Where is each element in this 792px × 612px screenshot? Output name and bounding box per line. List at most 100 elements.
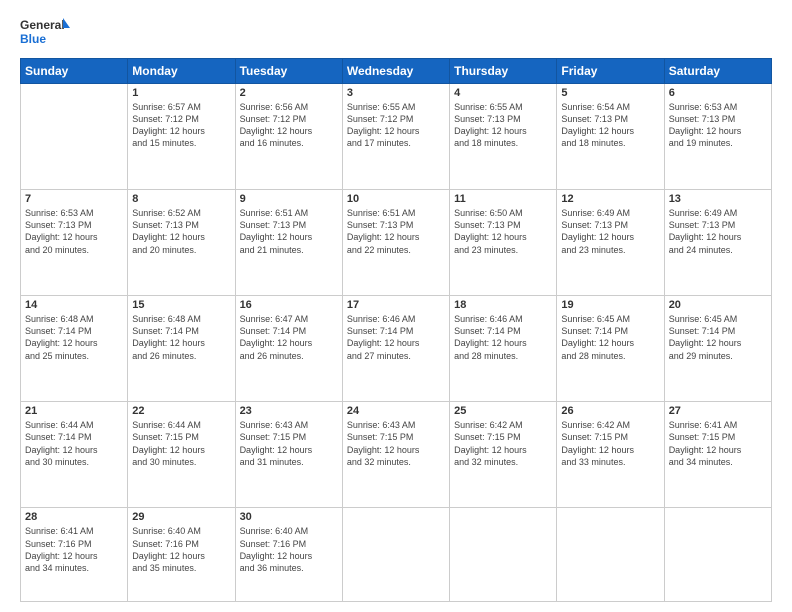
day-number: 18 xyxy=(454,299,552,311)
day-number: 22 xyxy=(132,405,230,417)
day-number: 1 xyxy=(132,87,230,99)
calendar-cell: 22 Sunrise: 6:44 AM Sunset: 7:15 PM Dayli… xyxy=(128,402,235,508)
day-info: Sunrise: 6:54 AM Sunset: 7:13 PM Dayligh… xyxy=(561,101,659,150)
day-number: 28 xyxy=(25,511,123,523)
calendar-cell: 23 Sunrise: 6:43 AM Sunset: 7:15 PM Dayli… xyxy=(235,402,342,508)
calendar-cell: 11 Sunrise: 6:50 AM Sunset: 7:13 PM Dayli… xyxy=(450,190,557,296)
calendar-cell: 21 Sunrise: 6:44 AM Sunset: 7:14 PM Dayli… xyxy=(21,402,128,508)
calendar-week-2: 14Sunrise: 6:48 AM Sunset: 7:14 PM Dayli… xyxy=(21,296,772,402)
day-number: 23 xyxy=(240,405,338,417)
day-info: Sunrise: 6:49 AM Sunset: 7:13 PM Dayligh… xyxy=(669,207,767,256)
col-header-monday: Monday xyxy=(128,59,235,84)
day-number: 24 xyxy=(347,405,445,417)
calendar-cell: 6 Sunrise: 6:53 AM Sunset: 7:13 PM Daylig… xyxy=(664,84,771,190)
day-info: Sunrise: 6:42 AM Sunset: 7:15 PM Dayligh… xyxy=(454,419,552,468)
calendar-cell: 8 Sunrise: 6:52 AM Sunset: 7:13 PM Daylig… xyxy=(128,190,235,296)
day-info: Sunrise: 6:41 AM Sunset: 7:15 PM Dayligh… xyxy=(669,419,767,468)
day-info: Sunrise: 6:53 AM Sunset: 7:13 PM Dayligh… xyxy=(25,207,123,256)
day-number: 6 xyxy=(669,87,767,99)
calendar-week-4: 28 Sunrise: 6:41 AM Sunset: 7:16 PM Dayli… xyxy=(21,508,772,602)
col-header-wednesday: Wednesday xyxy=(342,59,449,84)
day-info: Sunrise: 6:46 AM Sunset: 7:14 PM Dayligh… xyxy=(454,313,552,362)
calendar-cell: 15 Sunrise: 6:48 AM Sunset: 7:14 PM Dayli… xyxy=(128,296,235,402)
day-number: 17 xyxy=(347,299,445,311)
day-info: Sunrise: 6:53 AM Sunset: 7:13 PM Dayligh… xyxy=(669,101,767,150)
day-number: 27 xyxy=(669,405,767,417)
logo-svg: General Blue xyxy=(20,16,70,48)
calendar-cell: 18 Sunrise: 6:46 AM Sunset: 7:14 PM Dayli… xyxy=(450,296,557,402)
calendar-cell xyxy=(342,508,449,602)
day-number: 5 xyxy=(561,87,659,99)
calendar-cell: 2 Sunrise: 6:56 AM Sunset: 7:12 PM Daylig… xyxy=(235,84,342,190)
svg-text:General: General xyxy=(20,18,65,32)
header: General Blue xyxy=(20,16,772,48)
calendar-week-1: 7 Sunrise: 6:53 AM Sunset: 7:13 PM Daylig… xyxy=(21,190,772,296)
day-number: 26 xyxy=(561,405,659,417)
day-number: 4 xyxy=(454,87,552,99)
calendar-cell: 26 Sunrise: 6:42 AM Sunset: 7:15 PM Dayli… xyxy=(557,402,664,508)
day-number: 2 xyxy=(240,87,338,99)
day-info: Sunrise: 6:48 AM Sunset: 7:14 PM Dayligh… xyxy=(132,313,230,362)
calendar-week-3: 21 Sunrise: 6:44 AM Sunset: 7:14 PM Dayli… xyxy=(21,402,772,508)
day-number: 11 xyxy=(454,193,552,205)
calendar-cell: 14Sunrise: 6:48 AM Sunset: 7:14 PM Dayli… xyxy=(21,296,128,402)
calendar-cell: 16Sunrise: 6:47 AM Sunset: 7:14 PM Dayli… xyxy=(235,296,342,402)
calendar-cell: 17Sunrise: 6:46 AM Sunset: 7:14 PM Dayli… xyxy=(342,296,449,402)
calendar-cell: 13 Sunrise: 6:49 AM Sunset: 7:13 PM Dayli… xyxy=(664,190,771,296)
col-header-saturday: Saturday xyxy=(664,59,771,84)
calendar-cell: 3Sunrise: 6:55 AM Sunset: 7:12 PM Daylig… xyxy=(342,84,449,190)
calendar-table: SundayMondayTuesdayWednesdayThursdayFrid… xyxy=(20,58,772,602)
calendar-cell xyxy=(557,508,664,602)
calendar-week-0: 1Sunrise: 6:57 AM Sunset: 7:12 PM Daylig… xyxy=(21,84,772,190)
day-number: 9 xyxy=(240,193,338,205)
day-number: 7 xyxy=(25,193,123,205)
logo: General Blue xyxy=(20,16,70,48)
calendar-header-row: SundayMondayTuesdayWednesdayThursdayFrid… xyxy=(21,59,772,84)
day-info: Sunrise: 6:44 AM Sunset: 7:14 PM Dayligh… xyxy=(25,419,123,468)
day-info: Sunrise: 6:50 AM Sunset: 7:13 PM Dayligh… xyxy=(454,207,552,256)
day-info: Sunrise: 6:42 AM Sunset: 7:15 PM Dayligh… xyxy=(561,419,659,468)
col-header-friday: Friday xyxy=(557,59,664,84)
day-info: Sunrise: 6:41 AM Sunset: 7:16 PM Dayligh… xyxy=(25,525,123,574)
day-number: 19 xyxy=(561,299,659,311)
calendar-cell: 9Sunrise: 6:51 AM Sunset: 7:13 PM Daylig… xyxy=(235,190,342,296)
day-number: 20 xyxy=(669,299,767,311)
day-info: Sunrise: 6:43 AM Sunset: 7:15 PM Dayligh… xyxy=(240,419,338,468)
day-info: Sunrise: 6:40 AM Sunset: 7:16 PM Dayligh… xyxy=(132,525,230,574)
day-number: 12 xyxy=(561,193,659,205)
day-info: Sunrise: 6:40 AM Sunset: 7:16 PM Dayligh… xyxy=(240,525,338,574)
calendar-cell: 4 Sunrise: 6:55 AM Sunset: 7:13 PM Daylig… xyxy=(450,84,557,190)
svg-text:Blue: Blue xyxy=(20,32,46,46)
calendar-cell: 27 Sunrise: 6:41 AM Sunset: 7:15 PM Dayli… xyxy=(664,402,771,508)
calendar-cell: 5 Sunrise: 6:54 AM Sunset: 7:13 PM Daylig… xyxy=(557,84,664,190)
day-info: Sunrise: 6:49 AM Sunset: 7:13 PM Dayligh… xyxy=(561,207,659,256)
day-number: 15 xyxy=(132,299,230,311)
day-info: Sunrise: 6:56 AM Sunset: 7:12 PM Dayligh… xyxy=(240,101,338,150)
day-number: 25 xyxy=(454,405,552,417)
day-info: Sunrise: 6:52 AM Sunset: 7:13 PM Dayligh… xyxy=(132,207,230,256)
day-info: Sunrise: 6:55 AM Sunset: 7:13 PM Dayligh… xyxy=(454,101,552,150)
day-number: 30 xyxy=(240,511,338,523)
calendar-cell xyxy=(664,508,771,602)
calendar-cell: 19Sunrise: 6:45 AM Sunset: 7:14 PM Dayli… xyxy=(557,296,664,402)
day-number: 10 xyxy=(347,193,445,205)
day-number: 13 xyxy=(669,193,767,205)
calendar-cell: 29 Sunrise: 6:40 AM Sunset: 7:16 PM Dayli… xyxy=(128,508,235,602)
day-number: 8 xyxy=(132,193,230,205)
calendar-cell: 25 Sunrise: 6:42 AM Sunset: 7:15 PM Dayli… xyxy=(450,402,557,508)
day-info: Sunrise: 6:47 AM Sunset: 7:14 PM Dayligh… xyxy=(240,313,338,362)
col-header-thursday: Thursday xyxy=(450,59,557,84)
day-number: 29 xyxy=(132,511,230,523)
day-number: 21 xyxy=(25,405,123,417)
calendar-cell: 1Sunrise: 6:57 AM Sunset: 7:12 PM Daylig… xyxy=(128,84,235,190)
col-header-sunday: Sunday xyxy=(21,59,128,84)
calendar-cell xyxy=(450,508,557,602)
calendar-cell xyxy=(21,84,128,190)
calendar-cell: 10Sunrise: 6:51 AM Sunset: 7:13 PM Dayli… xyxy=(342,190,449,296)
col-header-tuesday: Tuesday xyxy=(235,59,342,84)
calendar-cell: 7 Sunrise: 6:53 AM Sunset: 7:13 PM Daylig… xyxy=(21,190,128,296)
page: General Blue SundayMondayTuesdayWednesda… xyxy=(0,0,792,612)
calendar-cell: 24 Sunrise: 6:43 AM Sunset: 7:15 PM Dayli… xyxy=(342,402,449,508)
day-info: Sunrise: 6:43 AM Sunset: 7:15 PM Dayligh… xyxy=(347,419,445,468)
day-info: Sunrise: 6:44 AM Sunset: 7:15 PM Dayligh… xyxy=(132,419,230,468)
